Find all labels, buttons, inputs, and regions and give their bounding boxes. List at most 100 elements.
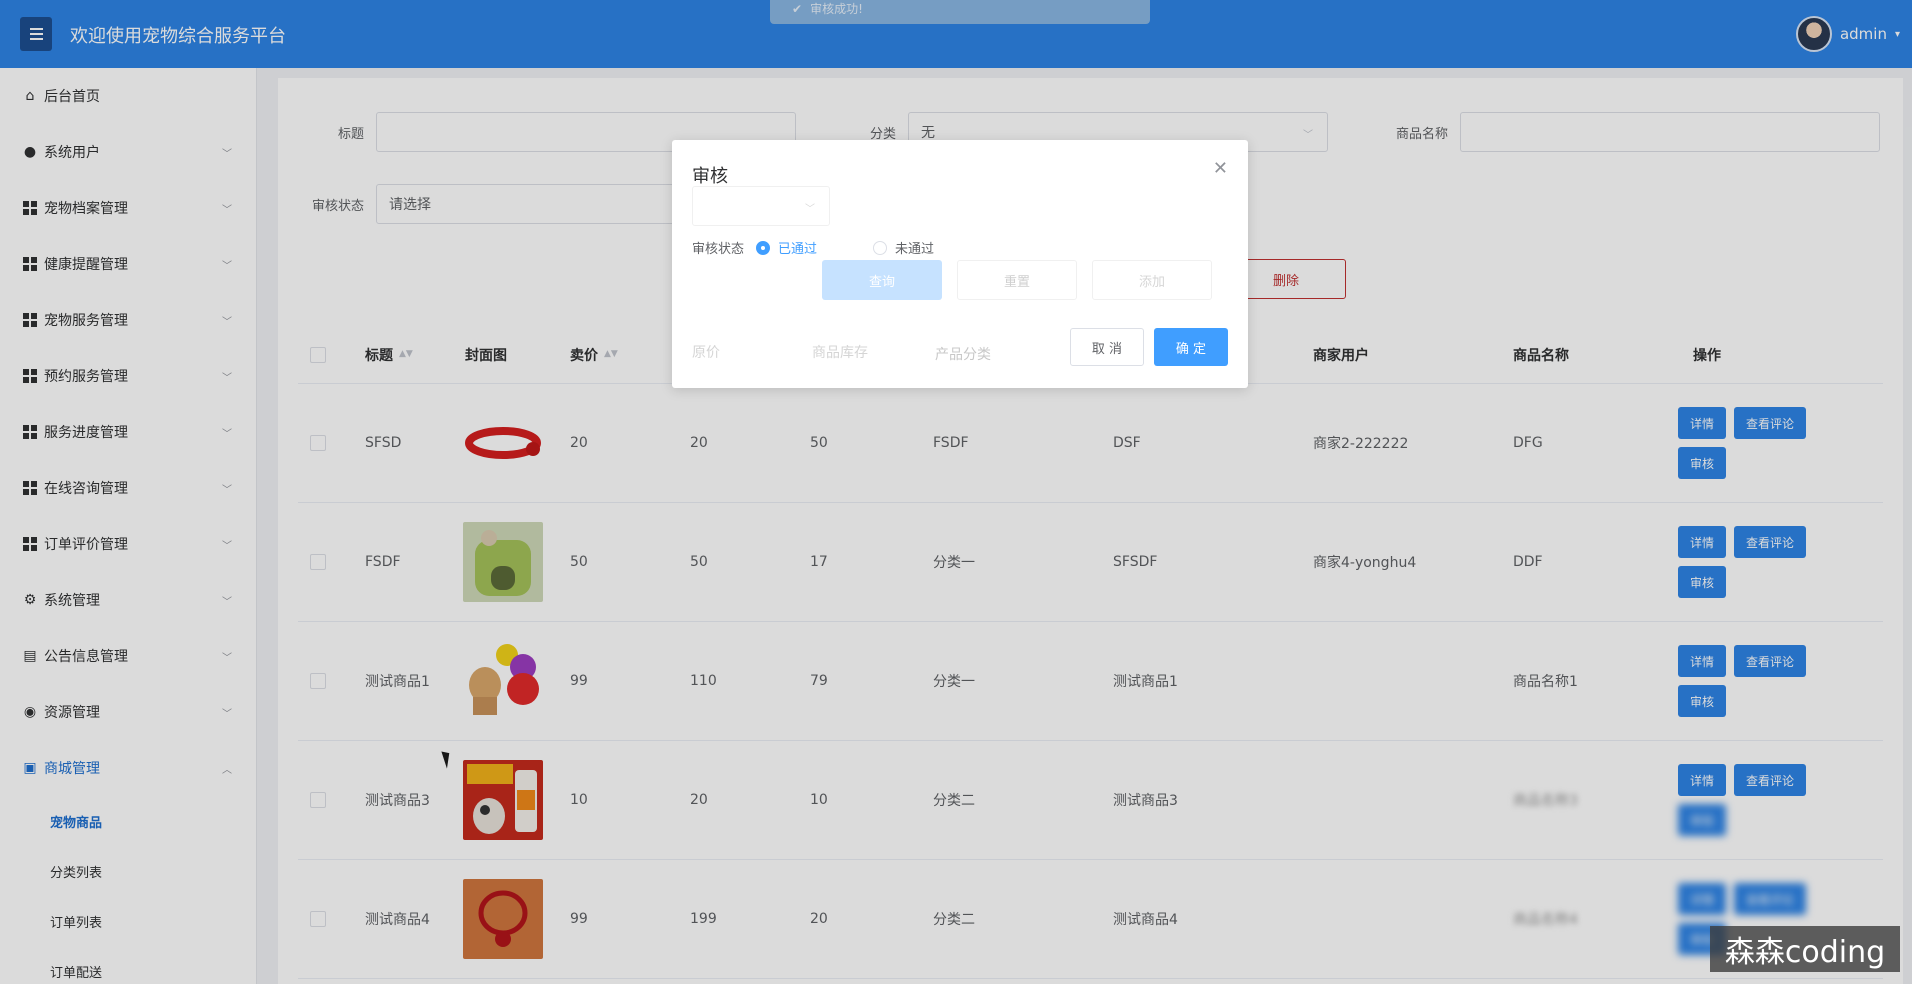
confirm-button[interactable]: 确 定: [1154, 328, 1228, 366]
detail-button[interactable]: 详情: [1678, 645, 1727, 677]
product-cover-image: [463, 879, 543, 959]
sidebar-item-label: 在线咨询管理: [44, 481, 128, 497]
grid-icon: [22, 368, 38, 384]
cell-title: 测试商品3: [365, 793, 430, 809]
row-checkbox[interactable]: [310, 435, 326, 451]
sidebar-item-system-users[interactable]: ● 系统用户 ﹀: [0, 124, 256, 180]
cell-category: FSDF: [933, 435, 969, 451]
cell-price: 99: [570, 673, 588, 689]
cell-merchant: 商家2-222222: [1313, 436, 1409, 452]
select-all-checkbox[interactable]: [310, 346, 326, 363]
detail-button[interactable]: 详情: [1678, 764, 1727, 796]
product-name-filter: 商品名称: [1378, 112, 1880, 152]
grid-icon: [22, 256, 38, 272]
sidebar-item-home[interactable]: ⌂ 后台首页: [0, 68, 256, 124]
cell-title: FSDF: [365, 554, 401, 570]
chevron-down-icon: ﹀: [222, 653, 232, 664]
ghost-col-original-price: 原价: [692, 345, 720, 361]
row-checkbox[interactable]: [310, 673, 326, 689]
product-name-label: 商品名称: [1395, 126, 1448, 142]
chevron-down-icon: ﹀: [222, 597, 232, 608]
audit-status-field: 审核状态 已通过 未通过: [692, 238, 934, 257]
detail-button[interactable]: 详情: [1678, 407, 1727, 439]
audit-button[interactable]: 审核: [1678, 685, 1727, 717]
sidebar-item-mall[interactable]: ▣ 商城管理 ︿: [0, 740, 256, 796]
cell-description: 测试商品3: [1113, 793, 1178, 809]
row-actions: 详情 查看评论 审核: [1678, 384, 1828, 502]
row-actions: 详情 查看评论 审核: [1678, 503, 1828, 621]
product-cover-image: [463, 760, 543, 840]
sidebar-item-system-management[interactable]: ⚙ 系统管理 ﹀: [0, 572, 256, 628]
audit-label: 审核状态: [311, 198, 364, 214]
view-comments-button[interactable]: 查看评论: [1734, 764, 1807, 796]
cell-stock: 50: [810, 435, 828, 451]
sort-icon: ▲▼: [399, 349, 413, 359]
menu-toggle-button[interactable]: [20, 17, 52, 51]
audit-button[interactable]: 审核: [1678, 447, 1727, 479]
row-checkbox[interactable]: [310, 911, 326, 927]
sidebar-subitem-pet-products[interactable]: 宠物商品: [0, 796, 256, 846]
sidebar-subitem-delivery[interactable]: 订单配送: [0, 946, 256, 984]
user-menu[interactable]: admin ▾: [1795, 16, 1900, 52]
sidebar-item-health-reminders[interactable]: 健康提醒管理 ﹀: [0, 236, 256, 292]
view-comments-button[interactable]: 查看评论: [1734, 883, 1807, 915]
home-icon: ⌂: [25, 88, 35, 104]
chevron-up-icon: ︿: [222, 765, 232, 776]
cell-title: 测试商品1: [365, 674, 430, 690]
sidebar-item-order-reviews[interactable]: 订单评价管理 ﹀: [0, 516, 256, 572]
view-comments-button[interactable]: 查看评论: [1734, 526, 1807, 558]
avatar[interactable]: [1795, 16, 1832, 52]
radio-passed[interactable]: 已通过: [756, 238, 817, 257]
detail-button[interactable]: 详情: [1678, 526, 1727, 558]
cell-price: 10: [570, 792, 588, 808]
audit-button[interactable]: 审核: [1678, 804, 1727, 836]
cell-product-name: 商品名称4: [1513, 912, 1578, 928]
row-actions: 详情 查看评论 审核: [1678, 622, 1828, 740]
close-icon[interactable]: ✕: [1213, 158, 1228, 179]
audit-button[interactable]: 审核: [1678, 566, 1727, 598]
chevron-down-icon: ﹀: [222, 485, 232, 496]
col-price[interactable]: 卖价 ▲▼: [570, 326, 618, 383]
chevron-down-icon: ﹀: [1303, 130, 1313, 141]
audit-placeholder: 请选择: [389, 197, 431, 213]
grid-icon: [22, 312, 38, 328]
row-actions: 详情 查看评论 审核: [1678, 741, 1828, 859]
shop-icon: ▣: [23, 760, 37, 776]
cell-price: 99: [570, 911, 588, 927]
sidebar-item-appointments[interactable]: 预约服务管理 ﹀: [0, 348, 256, 404]
success-toast: 审核成功!: [770, 0, 1150, 24]
sidebar-item-announcements[interactable]: ▤ 公告信息管理 ﹀: [0, 628, 256, 684]
chevron-down-icon: ﹀: [222, 205, 232, 216]
sidebar-item-service-progress[interactable]: 服务进度管理 ﹀: [0, 404, 256, 460]
col-product-name: 商品名称: [1513, 347, 1569, 364]
cell-description: DSF: [1113, 435, 1141, 451]
sidebar-item-consultation[interactable]: 在线咨询管理 ﹀: [0, 460, 256, 516]
sidebar-subitem-categories[interactable]: 分类列表: [0, 846, 256, 896]
hamburger-icon: [29, 33, 43, 35]
sidebar-item-resources[interactable]: ◉ 资源管理 ﹀: [0, 684, 256, 740]
cell-original-price: 20: [690, 792, 708, 808]
chevron-down-icon: ﹀: [222, 149, 232, 160]
product-name-input[interactable]: [1460, 112, 1880, 152]
sidebar-subitem-orders[interactable]: 订单列表: [0, 896, 256, 946]
chevron-down-icon: ﹀: [222, 261, 232, 272]
cell-original-price: 50: [690, 554, 708, 570]
radio-failed[interactable]: 未通过: [873, 238, 934, 257]
view-comments-button[interactable]: 查看评论: [1734, 645, 1807, 677]
sidebar-item-pet-archives[interactable]: 宠物档案管理 ﹀: [0, 180, 256, 236]
row-checkbox[interactable]: [310, 792, 326, 808]
grid-icon: [22, 480, 38, 496]
cell-category: 分类二: [933, 793, 975, 809]
col-title[interactable]: 标题 ▲▼: [365, 326, 413, 383]
view-comments-button[interactable]: 查看评论: [1734, 407, 1807, 439]
chevron-down-icon: ﹀: [222, 429, 232, 440]
user-icon: ●: [23, 144, 37, 160]
audit-status-label: 审核状态: [692, 242, 745, 257]
sidebar-item-pet-services[interactable]: 宠物服务管理 ﹀: [0, 292, 256, 348]
cell-merchant: 商家4-yonghu4: [1313, 555, 1417, 571]
username[interactable]: admin: [1840, 25, 1887, 43]
cancel-button[interactable]: 取 消: [1070, 328, 1144, 366]
row-checkbox[interactable]: [310, 554, 326, 570]
detail-button[interactable]: 详情: [1678, 883, 1727, 915]
cell-price: 20: [570, 435, 588, 451]
